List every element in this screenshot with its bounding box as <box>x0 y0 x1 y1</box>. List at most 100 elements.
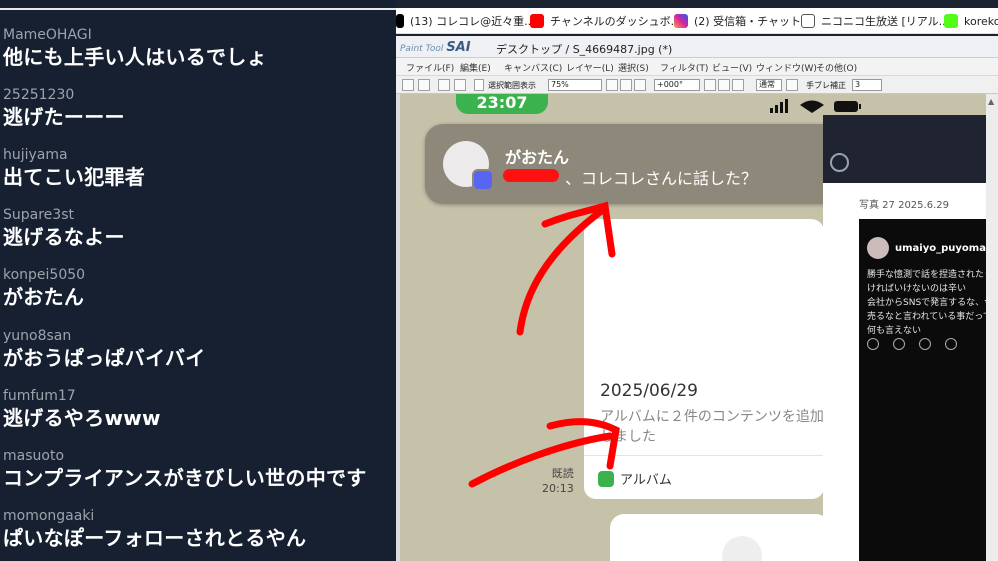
menu-file[interactable]: ファイル(F) <box>406 61 454 74</box>
bookmark-label: ニコニコ生放送 [リアル... <box>821 15 950 28</box>
bookmark-youtube[interactable]: チャンネルのダッシュボ... <box>530 13 681 29</box>
album-icon <box>598 470 614 487</box>
chat-message: MameOHAGI 他にも上手い人はいるでしょ <box>3 26 393 70</box>
phone-status-icons <box>770 99 861 113</box>
redo-button[interactable] <box>418 79 430 91</box>
invert-selection-button[interactable] <box>454 79 466 91</box>
chat-username[interactable]: fumfum17 <box>3 387 393 405</box>
chat-message: masuoto コンプライアンスがきびしい世の中です <box>3 447 393 491</box>
discord-icon <box>472 169 494 191</box>
zoom-select[interactable]: 75% <box>548 79 602 91</box>
blend-mode-select[interactable]: 通常 <box>756 79 782 91</box>
chat-message: konpei5050 がおたん <box>3 266 393 310</box>
undo-button[interactable] <box>402 79 414 91</box>
stabilizer-label: 手ブレ補正 <box>806 81 846 90</box>
vertical-scrollbar[interactable]: ▲ <box>986 94 998 561</box>
tweet-line: ければいけないのは辛い <box>867 284 967 294</box>
like-icon[interactable] <box>867 338 879 350</box>
tweet-line: 勝手な憶測で話を捏造されたり、 <box>867 270 998 280</box>
share-icon[interactable] <box>945 338 957 350</box>
menu-view[interactable]: ビュー(V) <box>712 61 752 74</box>
stabilizer-select[interactable]: 3 <box>852 79 882 91</box>
tweet-line: 売るなと言われている事だってあ <box>867 312 998 322</box>
bookmark-label: チャンネルのダッシュボ... <box>550 15 682 28</box>
red-redaction-mark <box>503 169 559 182</box>
tweet-username: umaiyo_puyoman <box>895 243 994 254</box>
chat-message: momongaaki ぱいなぽーフォローされとるやん <box>3 507 393 551</box>
select-check-icon[interactable] <box>830 153 849 172</box>
avatar <box>722 536 762 561</box>
kick-icon <box>944 14 958 28</box>
discord-notification[interactable]: がおたん 、コレコレさんに話した？ <box>425 124 845 204</box>
zoom-out-button[interactable] <box>606 79 618 91</box>
tweet-avatar <box>867 237 889 259</box>
scroll-up-icon[interactable]: ▲ <box>988 97 994 106</box>
live-chat-panel: MameOHAGI 他にも上手い人はいるでしょ 25251230 逃げたーーー … <box>0 0 396 561</box>
screen: MameOHAGI 他にも上手い人はいるでしょ 25251230 逃げたーーー … <box>0 0 998 561</box>
chat-text: 他にも上手い人はいるでしょ <box>3 45 267 69</box>
chat-username[interactable]: hujiyama <box>3 146 393 164</box>
bookmark-niconico[interactable]: ニコニコ生放送 [リアル... <box>801 13 949 29</box>
menu-edit[interactable]: 編集(E) <box>460 61 491 74</box>
reply-icon[interactable] <box>893 338 905 350</box>
next-message-card[interactable] <box>610 514 830 561</box>
rotate-left-button[interactable] <box>704 79 716 91</box>
sai-menu-bar: ファイル(F) 編集(E) キャンバス(C) レイヤー(L) 選択(S) フィル… <box>396 58 998 76</box>
rotation-select[interactable]: +000° <box>654 79 700 91</box>
chat-username[interactable]: MameOHAGI <box>3 26 393 44</box>
phone-clock: 23:07 <box>456 94 548 114</box>
menu-other[interactable]: その他(O) <box>816 61 857 74</box>
menu-layer[interactable]: レイヤー(L) <box>566 61 614 74</box>
chat-message: Supare3st 逃げるなよー <box>3 206 393 250</box>
chat-text: がおうぱっぱバイバイ <box>3 346 206 370</box>
x-icon <box>396 14 404 28</box>
post-description: アルバムに２件のコンテンツを追加しました <box>600 409 824 445</box>
bookmark-instagram[interactable]: (2) 受信箱・チャット <box>674 13 801 29</box>
signal-icon <box>770 108 773 113</box>
menu-canvas[interactable]: キャンバス(C) <box>504 61 562 74</box>
chat-username[interactable]: masuoto <box>3 447 393 465</box>
zoom-in-button[interactable] <box>620 79 632 91</box>
chat-username[interactable]: konpei5050 <box>3 266 393 284</box>
wifi-icon <box>800 100 824 113</box>
chat-username[interactable]: yuno8san <box>3 327 393 345</box>
chat-text: 逃げるやろwww <box>3 406 161 430</box>
menu-filter[interactable]: フィルタ(T) <box>660 61 708 74</box>
chat-username[interactable]: momongaaki <box>3 507 393 525</box>
bookmark-kick[interactable]: korekor <box>944 13 998 29</box>
viewer-header <box>823 115 998 183</box>
bookmark-x[interactable]: (13) コレコレ@近々重... <box>396 13 535 29</box>
chat-username[interactable]: Supare3st <box>3 206 393 224</box>
deselect-button[interactable] <box>438 79 450 91</box>
bookmark-label: korekor <box>964 14 998 28</box>
selection-display-checkbox[interactable] <box>474 79 484 91</box>
rotate-reset-button[interactable] <box>732 79 744 91</box>
window-title: デスクトップ / S_4669487.jpg (*) <box>496 43 673 56</box>
tweet-line: 何も言えない <box>867 326 922 336</box>
album-link[interactable]: アルバム <box>598 469 672 488</box>
post-divider <box>584 455 824 456</box>
youtube-icon <box>530 14 544 28</box>
sai-toolbar: 選択範囲表示 75% +000° 通常 手ブレ補正 3 <box>396 76 998 94</box>
tweet-line: 会社からSNSで発言するな、今後 <box>867 298 998 308</box>
menu-window[interactable]: ウィンドウ(W) <box>756 61 817 74</box>
sai-title-bar: Paint Tool SAI デスクトップ / S_4669487.jpg (*… <box>396 36 998 58</box>
flip-button[interactable] <box>786 79 798 91</box>
album-post-card[interactable]: 2025/06/29 アルバムに２件のコンテンツを追加しました アルバム <box>584 219 824 499</box>
rotate-right-button[interactable] <box>718 79 730 91</box>
chat-text: 逃げたーーー <box>3 105 125 129</box>
repost-icon[interactable] <box>919 338 931 350</box>
chat-message: fumfum17 逃げるやろwww <box>3 387 393 431</box>
bookmarks-bar: (13) コレコレ@近々重... チャンネルのダッシュボ... (2) 受信箱・… <box>396 8 998 34</box>
chat-text: ぱいなぽーフォローされとるやん <box>3 526 307 550</box>
instagram-icon <box>674 14 688 28</box>
chat-username[interactable]: 25251230 <box>3 86 393 104</box>
tweet-screenshot[interactable]: umaiyo_puyoman 勝手な憶測で話を捏造されたり、 ければいけないのは… <box>859 219 998 561</box>
sai-logo: Paint Tool SAI <box>400 40 471 55</box>
album-label: アルバム <box>620 473 672 488</box>
chat-text: がおたん <box>3 285 85 309</box>
menu-select[interactable]: 選択(S) <box>618 61 649 74</box>
battery-icon <box>834 101 858 112</box>
chat-text: コンプライアンスがきびしい世の中です <box>3 466 367 490</box>
zoom-reset-button[interactable] <box>634 79 646 91</box>
